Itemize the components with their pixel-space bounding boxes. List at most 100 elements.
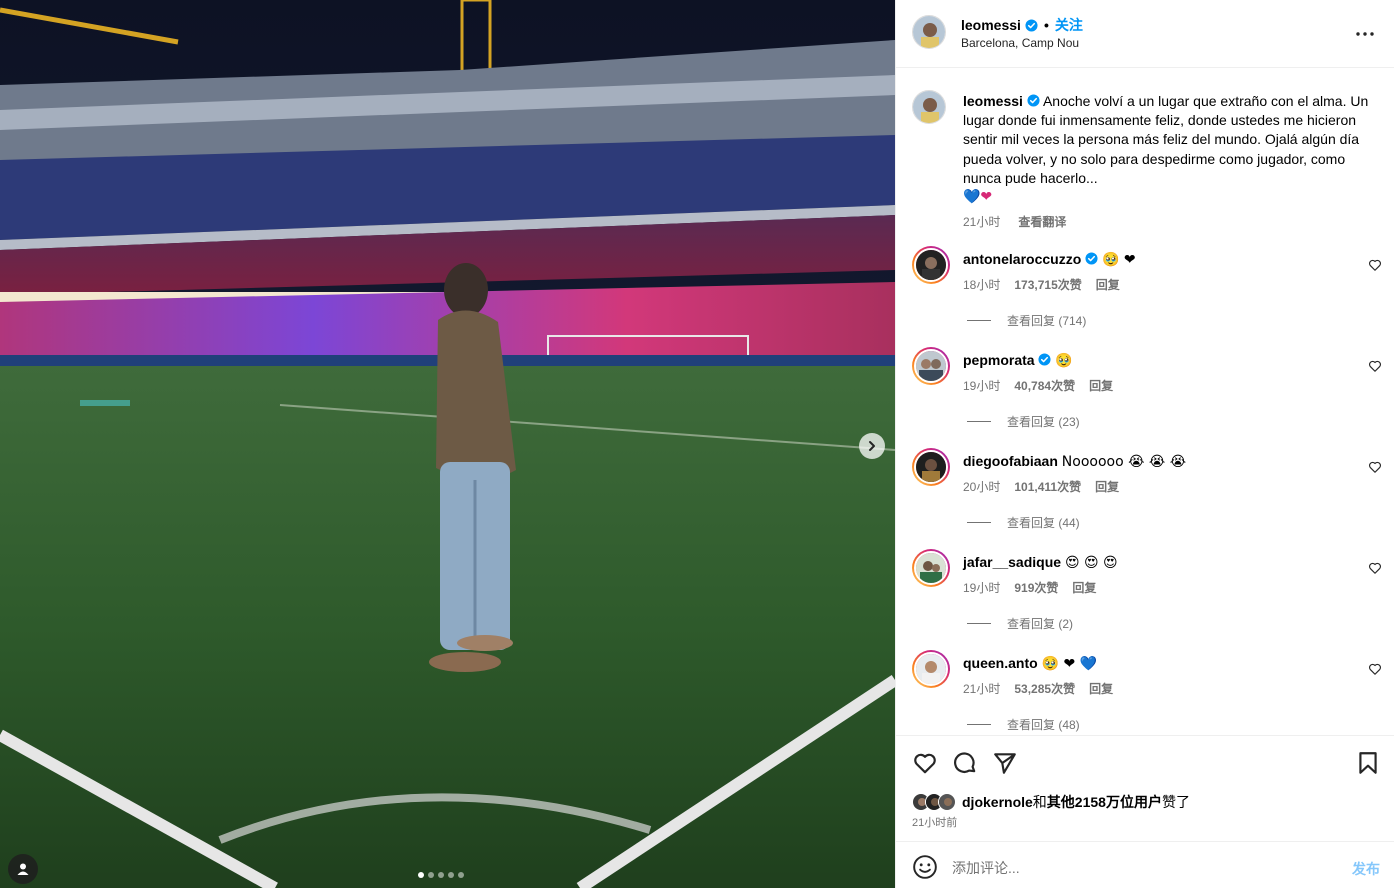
more-horizontal-icon (1356, 32, 1374, 36)
view-replies-label: 查看回复 (23) (1007, 415, 1080, 429)
caption-text-block: leomessi Anoche volví a un lugar que ext… (963, 92, 1373, 232)
author-username[interactable]: leomessi (961, 17, 1021, 33)
avatar[interactable] (912, 549, 950, 587)
author-row: leomessi • 关注 (961, 15, 1083, 35)
translate-link[interactable]: 查看翻译 (1018, 213, 1066, 232)
comment-body: jafar__sadique 😍 😍 😍 (963, 554, 1118, 571)
comment-time: 21小时 (963, 682, 1001, 696)
heart-icon[interactable] (1368, 561, 1382, 575)
replies-divider (967, 623, 991, 624)
post-media[interactable] (0, 0, 895, 888)
comment-username[interactable]: queen.anto (963, 655, 1038, 671)
comment-likes[interactable]: 173,715次赞 (1014, 276, 1081, 293)
share-paper-plane-icon[interactable] (992, 750, 1018, 776)
reply-button[interactable]: 回复 (1096, 276, 1120, 293)
comment-meta: 21小时 53,285次赞 回复 (963, 680, 1113, 697)
view-replies-button[interactable]: 查看回复 (714) (967, 312, 1086, 329)
view-replies-label: 查看回复 (48) (1007, 718, 1080, 732)
bookmark-icon[interactable] (1355, 750, 1381, 776)
comment-username[interactable]: pepmorata (963, 352, 1035, 368)
comment-meta: 19小时 919次赞 回复 (963, 579, 1096, 596)
avatar[interactable] (912, 246, 950, 284)
view-replies-button[interactable]: 查看回复 (23) (967, 413, 1080, 430)
tagged-users-button[interactable] (8, 854, 38, 884)
comment-meta: 19小时 40,784次赞 回复 (963, 377, 1113, 394)
carousel-dot (448, 872, 454, 878)
heart-icon[interactable] (1368, 662, 1382, 676)
follow-button[interactable]: 关注 (1055, 15, 1083, 35)
avatar (938, 793, 956, 811)
view-replies-label: 查看回复 (2) (1007, 617, 1074, 631)
post-header: leomessi • 关注 Barcelona, Camp Nou (896, 0, 1394, 68)
avatar[interactable] (912, 650, 950, 688)
verified-badge-icon (1027, 94, 1040, 107)
view-replies-button[interactable]: 查看回复 (44) (967, 514, 1080, 531)
comment-username[interactable]: diegoofabiaan (963, 453, 1058, 469)
comment-text: 🥹 ❤ 💙 (1041, 656, 1098, 672)
person-icon (17, 863, 29, 875)
post-timestamp[interactable]: 21小时前 (912, 814, 957, 830)
view-replies-label: 查看回复 (714) (1007, 314, 1087, 328)
comment-meta: 20小时 101,411次赞 回复 (963, 478, 1119, 495)
carousel-dot (438, 872, 444, 878)
avatar[interactable] (912, 15, 946, 49)
emoji-smile-icon[interactable] (912, 854, 938, 880)
comment-time: 20小时 (963, 480, 1001, 494)
reply-button[interactable]: 回复 (1089, 377, 1113, 394)
comment-time: 19小时 (963, 379, 1001, 393)
caption-meta: 21小时 查看翻译 (963, 213, 1373, 232)
post-actions: djokernole 和 其他2158万位用户 赞了 21小时前 (896, 735, 1394, 841)
post-side-panel: leomessi • 关注 Barcelona, Camp Nou leomes… (895, 0, 1394, 888)
view-replies-button[interactable]: 查看回复 (2) (967, 615, 1073, 632)
comment-likes[interactable]: 53,285次赞 (1014, 680, 1075, 697)
replies-divider (967, 724, 991, 725)
heart-icon[interactable] (1368, 359, 1382, 373)
comment-body: pepmorata 🥹 (963, 352, 1073, 369)
view-replies-button[interactable]: 查看回复 (48) (967, 716, 1080, 733)
post-location[interactable]: Barcelona, Camp Nou (961, 36, 1079, 50)
post-comment-button[interactable]: 发布 (1352, 859, 1380, 879)
avatar[interactable] (912, 448, 950, 486)
replies-divider (967, 320, 991, 321)
verified-badge-icon (1025, 18, 1038, 32)
avatar[interactable] (912, 347, 950, 385)
carousel-dot (428, 872, 434, 878)
avatar[interactable] (912, 90, 946, 124)
comments-list[interactable]: leomessi Anoche volví a un lugar que ext… (896, 68, 1394, 735)
carousel-indicator (418, 872, 464, 878)
comment-username[interactable]: jafar__sadique (963, 554, 1061, 570)
comment-time: 19小时 (963, 581, 1001, 595)
comment-likes[interactable]: 101,411次赞 (1014, 478, 1081, 495)
liked-by-connector: 和 (1032, 794, 1047, 810)
comment-text: 😍 😍 😍 (1064, 555, 1118, 571)
liked-by-row: djokernole 和 其他2158万位用户 赞了 (912, 792, 1190, 812)
liked-by-suffix: 赞了 (1161, 794, 1190, 810)
caption-body: Anoche volví a un lugar que extraño con … (963, 93, 1369, 186)
view-replies-label: 查看回复 (44) (1007, 516, 1080, 530)
comment-meta: 18小时 173,715次赞 回复 (963, 276, 1120, 293)
heart-icon[interactable] (1368, 258, 1382, 272)
liked-by-username[interactable]: djokernole (962, 794, 1033, 810)
comment-item: pepmorata 🥹 19小时 40,784次赞 回复 查看回复 (23) (912, 347, 1382, 447)
heart-icon[interactable] (1368, 460, 1382, 474)
comment-item: jafar__sadique 😍 😍 😍 19小时 919次赞 回复 查看回复 … (912, 549, 1382, 649)
caption-time: 21小时 (963, 215, 1001, 230)
caption-username[interactable]: leomessi (963, 93, 1023, 109)
liked-by-others[interactable]: 其他2158万位用户 (1047, 792, 1162, 812)
stadium-photo (0, 0, 895, 888)
comment-input[interactable] (952, 854, 1332, 882)
comment-body: queen.anto 🥹 ❤ 💙 (963, 655, 1097, 672)
like-heart-icon[interactable] (912, 750, 938, 776)
reply-button[interactable]: 回复 (1072, 579, 1096, 596)
reply-button[interactable]: 回复 (1095, 478, 1119, 495)
comment-item: antonelaroccuzzo 🥹 ❤ 18小时 173,715次赞 回复 查… (912, 246, 1382, 346)
comment-bubble-icon[interactable] (952, 750, 978, 776)
more-options-button[interactable] (1353, 22, 1377, 46)
reply-button[interactable]: 回复 (1089, 680, 1113, 697)
comment-likes[interactable]: 40,784次赞 (1014, 377, 1075, 394)
separator-dot: • (1043, 17, 1049, 33)
comment-username[interactable]: antonelaroccuzzo (963, 251, 1081, 267)
comment-text: Noooooo 😭 😭 😭 (1061, 454, 1187, 470)
next-slide-button[interactable] (859, 433, 885, 459)
comment-likes[interactable]: 919次赞 (1014, 579, 1058, 596)
